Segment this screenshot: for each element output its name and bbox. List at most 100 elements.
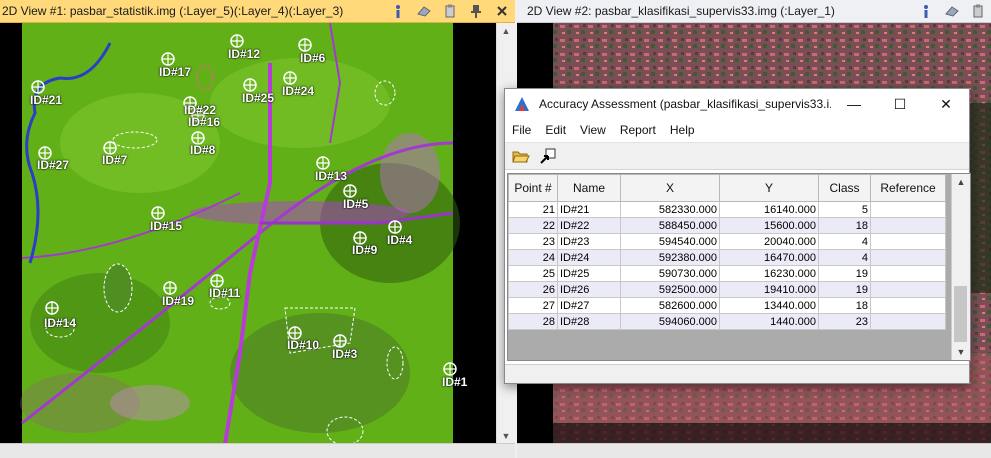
point-marker[interactable] <box>283 71 297 85</box>
menu-view[interactable]: View <box>573 123 613 137</box>
point-marker[interactable] <box>243 78 257 92</box>
scroll-down-arrow-icon[interactable]: ▼ <box>952 344 970 360</box>
reference-cell[interactable] <box>870 217 946 234</box>
point-marker[interactable] <box>161 52 175 66</box>
reference-cell[interactable] <box>870 297 946 314</box>
class-cell[interactable]: 4 <box>818 233 871 250</box>
x-cell[interactable]: 582600.000 <box>620 297 720 314</box>
view2-horizontal-scrollbar[interactable] <box>517 443 991 458</box>
minimize-button[interactable]: — <box>831 89 877 119</box>
reference-cell[interactable] <box>870 313 946 330</box>
y-cell[interactable]: 19410.000 <box>719 281 819 298</box>
point-number-cell[interactable]: 27 <box>508 297 558 314</box>
menu-report[interactable]: Report <box>613 123 663 137</box>
point-number-cell[interactable]: 28 <box>508 313 558 330</box>
point-number-cell[interactable]: 22 <box>508 217 558 234</box>
x-cell[interactable]: 594540.000 <box>620 233 720 250</box>
table-row[interactable]: 25 ID#25 590730.000 16230.000 19 <box>508 265 946 282</box>
maximize-button[interactable]: ☐ <box>877 89 923 119</box>
table-row[interactable]: 22 ID#22 588450.000 15600.000 18 <box>508 217 946 234</box>
clip-icon[interactable] <box>970 3 986 19</box>
scroll-down-arrow-icon[interactable]: ▼ <box>497 428 515 444</box>
close-button[interactable]: ✕ <box>923 89 969 119</box>
point-marker[interactable] <box>333 334 347 348</box>
column-header-name[interactable]: Name <box>557 174 621 202</box>
close-icon[interactable] <box>494 3 510 19</box>
scroll-up-arrow-icon[interactable]: ▲ <box>952 174 970 190</box>
table-row[interactable]: 28 ID#28 594060.000 1440.000 23 <box>508 313 946 330</box>
table-row[interactable]: 21 ID#21 582330.000 16140.000 5 <box>508 201 946 218</box>
table-row[interactable]: 27 ID#27 582600.000 13440.000 18 <box>508 297 946 314</box>
class-cell[interactable]: 4 <box>818 249 871 266</box>
name-cell[interactable]: ID#21 <box>557 201 621 218</box>
y-cell[interactable]: 1440.000 <box>719 313 819 330</box>
x-cell[interactable]: 588450.000 <box>620 217 720 234</box>
clip-icon[interactable] <box>442 3 458 19</box>
point-number-cell[interactable]: 25 <box>508 265 558 282</box>
accuracy-cell-array[interactable]: Point # Name X Y Class Reference 21 ID#21… <box>507 173 971 361</box>
open-folder-icon[interactable] <box>510 146 532 166</box>
reference-cell[interactable] <box>870 249 946 266</box>
x-cell[interactable]: 590730.000 <box>620 265 720 282</box>
point-number-cell[interactable]: 26 <box>508 281 558 298</box>
name-cell[interactable]: ID#22 <box>557 217 621 234</box>
view1-map-canvas[interactable]: ID#12 ID#6 ID#17 ID#25 ID#24 ID#21 ID#22 ID#16 I… <box>0 23 497 444</box>
menu-edit[interactable]: Edit <box>538 123 573 137</box>
point-number-cell[interactable]: 21 <box>508 201 558 218</box>
class-cell[interactable]: 18 <box>818 217 871 234</box>
name-cell[interactable]: ID#28 <box>557 313 621 330</box>
view1-horizontal-scrollbar[interactable] <box>0 443 515 458</box>
select-arrow-icon[interactable] <box>537 146 559 166</box>
name-cell[interactable]: ID#24 <box>557 249 621 266</box>
class-cell[interactable]: 19 <box>818 265 871 282</box>
point-number-cell[interactable]: 24 <box>508 249 558 266</box>
menu-file[interactable]: File <box>505 123 538 137</box>
name-cell[interactable]: ID#27 <box>557 297 621 314</box>
y-cell[interactable]: 16140.000 <box>719 201 819 218</box>
column-header-y[interactable]: Y <box>719 174 819 202</box>
point-marker[interactable] <box>31 80 45 94</box>
table-row[interactable]: 23 ID#23 594540.000 20040.000 4 <box>508 233 946 250</box>
name-cell[interactable]: ID#23 <box>557 233 621 250</box>
y-cell[interactable]: 16470.000 <box>719 249 819 266</box>
table-row[interactable]: 24 ID#24 592380.000 16470.000 4 <box>508 249 946 266</box>
y-cell[interactable]: 16230.000 <box>719 265 819 282</box>
column-header-point[interactable]: Point # <box>508 174 558 202</box>
reference-cell[interactable] <box>870 281 946 298</box>
pin-icon[interactable] <box>468 3 484 19</box>
scrollbar-thumb[interactable] <box>954 286 967 342</box>
table-vertical-scrollbar[interactable]: ▲ ▼ <box>951 174 970 360</box>
view1-titlebar[interactable]: 2D View #1: pasbar_statistik.img (:Layer… <box>0 0 515 23</box>
column-header-class[interactable]: Class <box>818 174 871 202</box>
eraser-icon[interactable] <box>416 3 432 19</box>
info-icon[interactable] <box>390 3 406 19</box>
menu-help[interactable]: Help <box>663 123 702 137</box>
info-icon[interactable] <box>918 3 934 19</box>
reference-cell[interactable] <box>870 265 946 282</box>
y-cell[interactable]: 15600.000 <box>719 217 819 234</box>
y-cell[interactable]: 13440.000 <box>719 297 819 314</box>
class-cell[interactable]: 18 <box>818 297 871 314</box>
reference-cell[interactable] <box>870 201 946 218</box>
dialog-titlebar[interactable]: Accuracy Assessment (pasbar_klasifikasi_… <box>505 89 969 119</box>
column-header-reference[interactable]: Reference <box>870 174 946 202</box>
x-cell[interactable]: 592500.000 <box>620 281 720 298</box>
point-marker[interactable] <box>443 362 457 376</box>
point-marker[interactable] <box>298 38 312 52</box>
eraser-icon[interactable] <box>944 3 960 19</box>
class-cell[interactable]: 23 <box>818 313 871 330</box>
point-marker[interactable] <box>388 220 402 234</box>
point-marker[interactable] <box>343 184 357 198</box>
point-number-cell[interactable]: 23 <box>508 233 558 250</box>
scroll-up-arrow-icon[interactable]: ▲ <box>497 23 515 39</box>
reference-cell[interactable] <box>870 233 946 250</box>
point-marker[interactable] <box>230 34 244 48</box>
class-cell[interactable]: 19 <box>818 281 871 298</box>
view-pane-1[interactable]: 2D View #1: pasbar_statistik.img (:Layer… <box>0 0 515 458</box>
view2-titlebar[interactable]: 2D View #2: pasbar_klasifikasi_supervis3… <box>517 0 991 23</box>
x-cell[interactable]: 582330.000 <box>620 201 720 218</box>
x-cell[interactable]: 594060.000 <box>620 313 720 330</box>
point-marker[interactable] <box>316 156 330 170</box>
accuracy-assessment-dialog[interactable]: Accuracy Assessment (pasbar_klasifikasi_… <box>504 88 971 384</box>
column-header-x[interactable]: X <box>620 174 720 202</box>
